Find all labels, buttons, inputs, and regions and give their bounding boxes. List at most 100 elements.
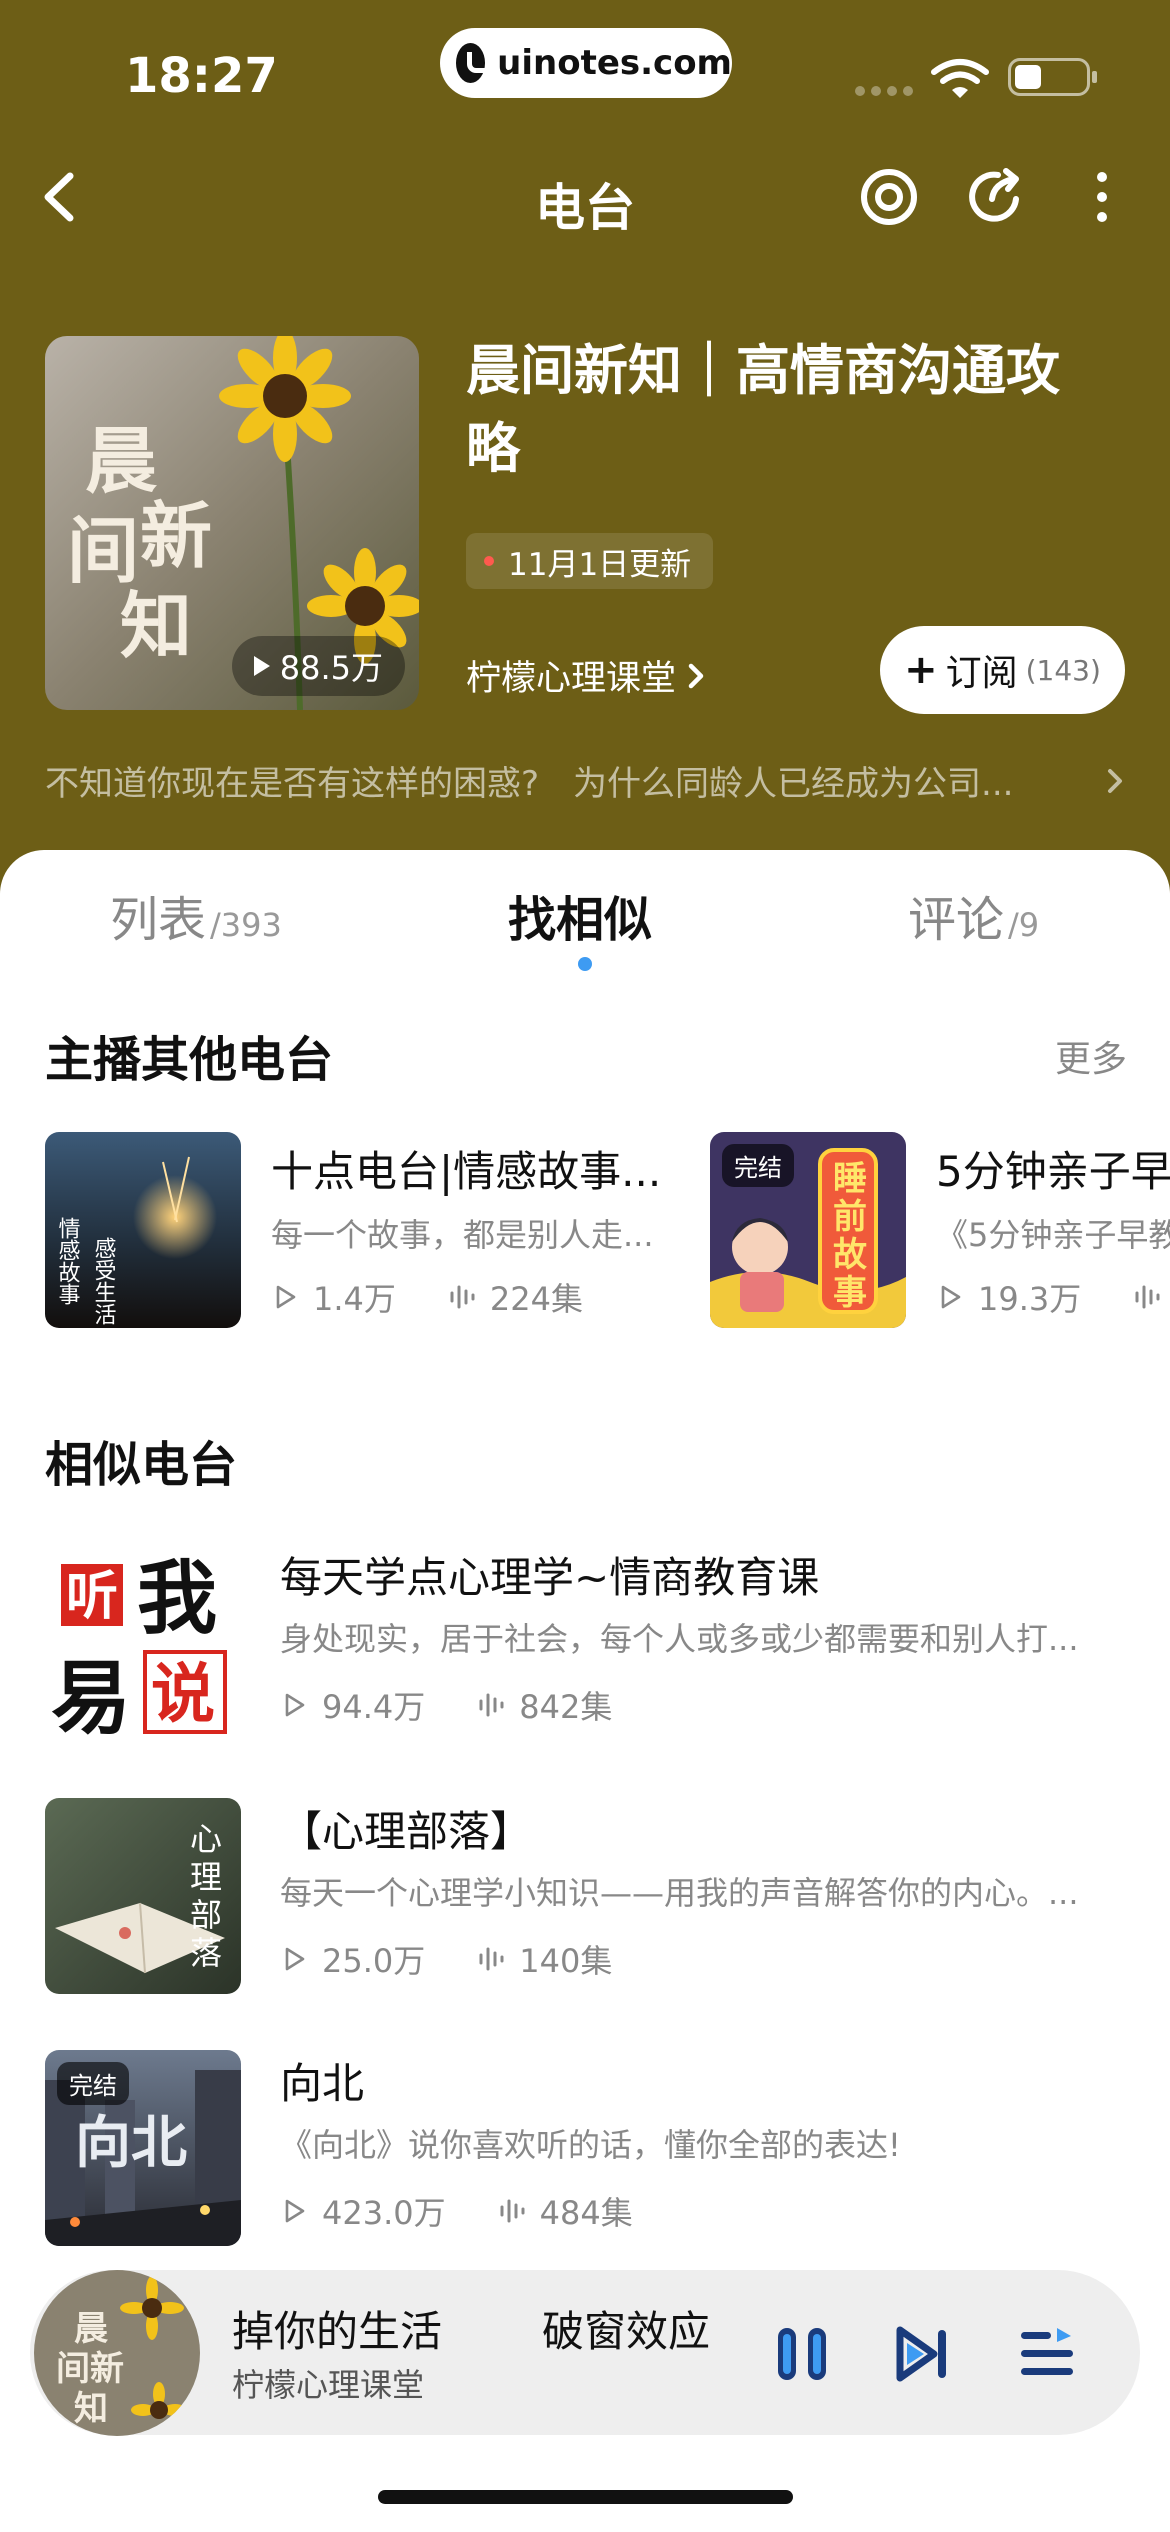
play-outline-icon	[285, 1693, 305, 1717]
svg-text:间新: 间新	[56, 2349, 124, 2389]
similar-radio-title: 【心理部落】	[280, 1807, 533, 1856]
chevron-right-icon	[688, 663, 704, 688]
host-radio-card[interactable]: 睡 前 故 事 完结 5分钟亲子早教 《5分钟亲子早教 19.3万	[710, 1132, 1170, 1332]
svg-text:前: 前	[833, 1197, 867, 1237]
similar-radio-desc: 每天一个心理学小知识——用我的声音解答你的内心。...	[280, 1874, 1079, 1912]
episode-count: 842集	[519, 1688, 613, 1726]
author-name: 柠檬心理课堂	[466, 659, 677, 699]
radio-title: 晨间新知｜高情商沟通攻略	[466, 339, 1060, 480]
play-count: 94.4万	[322, 1688, 426, 1726]
subscribe-label: 订阅	[945, 653, 1018, 694]
similar-radio-meta: 423.0万 484集	[280, 2188, 633, 2234]
target-icon[interactable]	[857, 165, 921, 229]
similar-radio-title: 向北	[280, 2059, 365, 2108]
host-radio-title: 5分钟亲子早教	[936, 1147, 1170, 1196]
pause-icon[interactable]	[770, 2322, 834, 2386]
play-count: 19.3万	[978, 1280, 1082, 1318]
update-text: 11月1日更新	[508, 546, 692, 583]
host-radio-meta: 1.4万 224集	[271, 1274, 583, 1320]
host-radio-cover: 情感故事 感受生活	[45, 1132, 241, 1328]
svg-text:向北: 向北	[75, 2111, 187, 2176]
description-text: 不知道你现在是否有这样的困惑? 为什么同龄人已经成为公司...	[45, 764, 1014, 804]
tab-comments-label: 评论	[908, 892, 1005, 948]
svg-text:理: 理	[190, 1858, 222, 1896]
battery-icon	[1008, 58, 1097, 96]
svg-text:间: 间	[67, 508, 139, 593]
play-count: 1.4万	[313, 1280, 396, 1318]
tab-comments-count: /9	[1008, 906, 1040, 944]
tab-similar[interactable]: 找相似	[508, 880, 652, 950]
host-radio-card[interactable]: 情感故事 感受生活 十点电台|情感故事... 每一个故事，都是别人走... 1.…	[45, 1132, 685, 1332]
similar-radio-meta: 94.4万 842集	[280, 1682, 612, 1728]
svg-text:知: 知	[120, 583, 192, 668]
page-title: 电台	[535, 179, 635, 237]
similar-radio-item[interactable]: 心 理 部 落 【心理部落】 每天一个心理学小知识——用我的声音解答你的内心。.…	[45, 1798, 1170, 1994]
svg-text:说: 说	[151, 1658, 215, 1732]
subscribe-count: (143)	[1025, 653, 1101, 687]
play-outline-icon	[276, 1285, 296, 1309]
wifi-icon	[931, 59, 989, 98]
svg-text:部: 部	[190, 1896, 222, 1934]
share-icon[interactable]	[964, 165, 1028, 229]
episode-count: 140集	[519, 1942, 613, 1980]
play-count: 25.0万	[322, 1942, 426, 1980]
svg-text:知: 知	[74, 2389, 108, 2429]
tab-comments[interactable]: 评论/9	[908, 880, 1039, 950]
radio-description[interactable]: 不知道你现在是否有这样的困惑? 为什么同龄人已经成为公司...	[45, 756, 1125, 805]
host-radio-cover: 睡 前 故 事 完结	[710, 1132, 906, 1328]
audio-bars-icon	[1135, 1285, 1160, 1309]
svg-text:晨: 晨	[74, 2309, 108, 2349]
author-link[interactable]: 柠檬心理课堂	[466, 650, 706, 701]
plus-icon: +	[904, 647, 938, 693]
play-count-badge: 88.5万	[231, 636, 405, 696]
similar-radio-title: 每天学点心理学~情商教育课	[280, 1553, 820, 1602]
update-dot-icon	[484, 556, 494, 566]
psychology-tribe-cover-image: 心 理 部 落	[45, 1798, 241, 1994]
player-cover[interactable]: 晨 间新 知	[34, 2270, 200, 2436]
svg-text:新: 新	[140, 493, 212, 578]
similar-section-title: 相似电台	[45, 1437, 238, 1493]
play-icon	[253, 656, 270, 676]
audio-bars-icon	[450, 1285, 475, 1309]
chevron-right-icon	[1108, 768, 1122, 793]
host-radio-desc: 《5分钟亲子早教	[936, 1216, 1170, 1254]
tab-similar-label: 找相似	[508, 892, 653, 948]
radio-cover[interactable]: 晨 间 新 知 88.5万	[45, 336, 419, 710]
playlist-icon[interactable]	[1015, 2322, 1079, 2386]
svg-text:睡: 睡	[833, 1159, 867, 1199]
similar-radio-item[interactable]: 向北 完结 向北 《向北》说你喜欢听的话，懂你全部的表达! 423.0万 484…	[45, 2050, 1170, 2246]
audio-bars-icon	[479, 1947, 504, 1971]
similar-radio-meta: 25.0万 140集	[280, 1936, 612, 1982]
similar-radio-item[interactable]: 听 我 易 说 每天学点心理学~情商教育课 身处现实，居于社会，每个人或多或少都…	[45, 1544, 1170, 1740]
similar-radio-cover: 听 我 易 说	[45, 1544, 241, 1740]
play-outline-icon	[285, 2199, 305, 2223]
completed-badge: 完结	[57, 2062, 129, 2105]
status-time: 18:27	[125, 48, 278, 104]
svg-text:我: 我	[137, 1551, 217, 1645]
play-outline-icon	[941, 1285, 961, 1309]
host-radio-meta: 19.3万	[936, 1274, 1170, 1320]
active-tab-indicator	[578, 957, 592, 971]
uinotes-logo-icon	[456, 43, 496, 83]
next-track-icon[interactable]	[890, 2322, 954, 2386]
svg-text:事: 事	[833, 1273, 867, 1313]
episode-count: 484集	[539, 2194, 633, 2232]
audio-bars-icon	[500, 2199, 525, 2223]
subscribe-button[interactable]: + 订阅 (143)	[880, 626, 1125, 714]
play-outline-icon	[285, 1947, 305, 1971]
url-pill[interactable]: uinotes.com	[440, 28, 732, 98]
player-next-track-title: 破窗效应	[542, 2307, 711, 2356]
svg-text:听: 听	[66, 1567, 118, 1627]
play-count: 423.0万	[322, 2194, 446, 2232]
player-track-title: 掉你的生活	[232, 2307, 443, 2356]
back-icon[interactable]	[28, 162, 84, 232]
svg-text:晨: 晨	[85, 418, 157, 503]
home-indicator	[378, 2490, 793, 2504]
more-link[interactable]: 更多	[1055, 1030, 1127, 1082]
tab-list-label: 列表	[110, 892, 207, 948]
similar-radio-desc: 《向北》说你喜欢听的话，懂你全部的表达!	[280, 2126, 901, 2164]
tab-list[interactable]: 列表/393	[110, 880, 282, 950]
more-vertical-icon[interactable]	[1070, 165, 1134, 229]
host-section-title: 主播其他电台	[45, 1032, 334, 1088]
similar-radio-desc: 身处现实，居于社会，每个人或多或少都需要和别人打...	[280, 1620, 1079, 1658]
